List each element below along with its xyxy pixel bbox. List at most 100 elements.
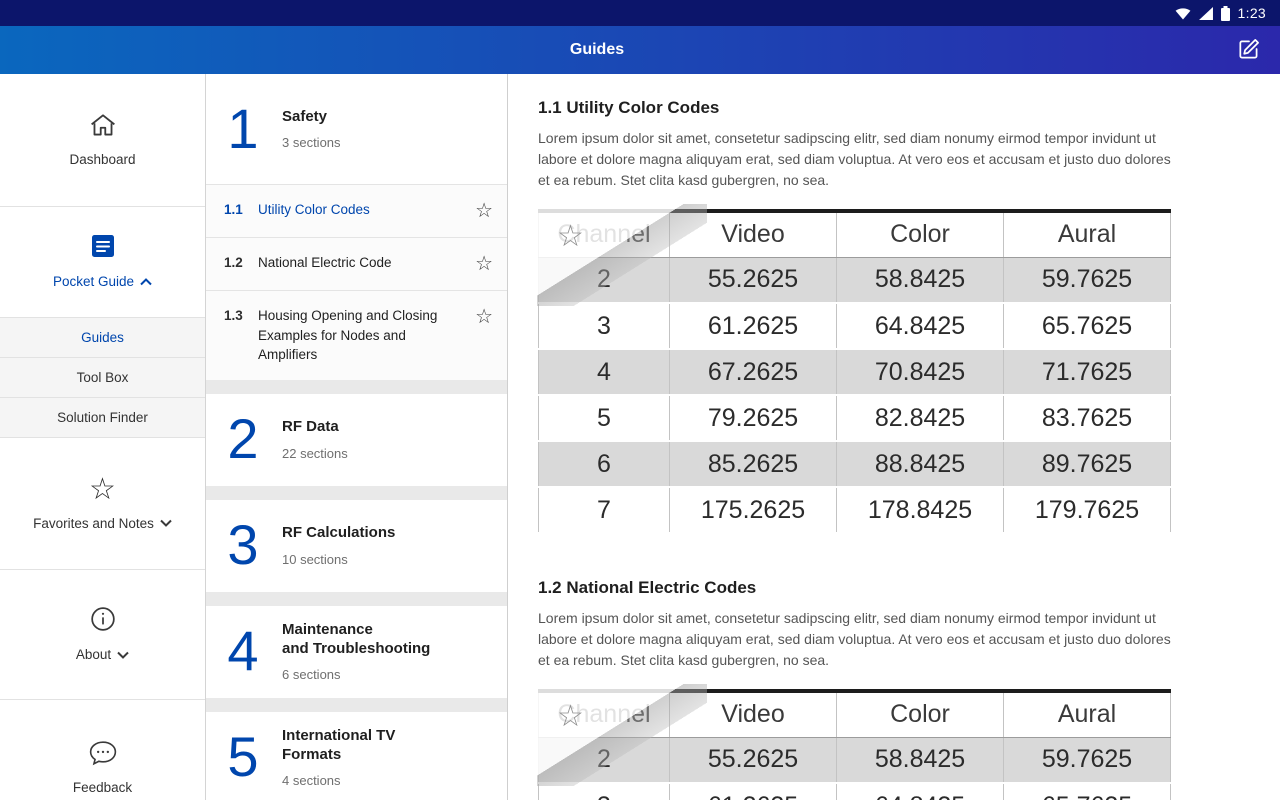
- column-header: Aural: [1004, 691, 1171, 737]
- app-bar: Guides: [0, 26, 1280, 74]
- cell-aural: 71.7625: [1004, 349, 1171, 395]
- section-item-1-1[interactable]: 1.1 Utility Color Codes ☆: [206, 184, 507, 237]
- cell-aural: 65.7625: [1004, 303, 1171, 349]
- column-header: Channel: [539, 691, 670, 737]
- star-icon: ☆: [89, 475, 116, 505]
- sidebar-item-solution-finder[interactable]: Solution Finder: [0, 397, 205, 437]
- chapter-title: Safety: [282, 108, 341, 127]
- cell-video: 67.2625: [670, 349, 837, 395]
- section-item-1-3[interactable]: 1.3 Housing Opening and Closing Examples…: [206, 290, 507, 380]
- home-icon: [89, 113, 117, 143]
- section-heading-1-1: 1.1 Utility Color Codes: [538, 98, 1250, 118]
- cell-channel: 2: [539, 737, 670, 783]
- sidebar: Dashboard Pocket Guide: [0, 74, 206, 800]
- cell-channel: 4: [539, 349, 670, 395]
- status-time: 1:23: [1238, 5, 1266, 21]
- cellular-signal-icon: [1199, 7, 1213, 20]
- section-number: 1.2: [224, 253, 258, 273]
- cell-channel: 6: [539, 441, 670, 487]
- frequency-table-1: Channel Video Color Aural 2 55.2625 58.8…: [538, 209, 1170, 534]
- chapter-title: RF Data: [282, 418, 348, 437]
- table-row: 2 55.2625 58.8425 59.7625: [539, 257, 1171, 303]
- cell-color: 82.8425: [837, 395, 1004, 441]
- chapter-section-count: 3 sections: [282, 135, 341, 150]
- column-header: Channel: [539, 211, 670, 257]
- table-row: 7 175.2625 178.8425 179.7625: [539, 487, 1171, 533]
- chapter-title: RF Calculations: [282, 524, 395, 543]
- sidebar-item-tool-box[interactable]: Tool Box: [0, 357, 205, 397]
- cell-aural: 89.7625: [1004, 441, 1171, 487]
- edit-note-button[interactable]: [1235, 36, 1263, 64]
- table-row: 3 61.2625 64.8425 65.7625: [539, 303, 1171, 349]
- chapter-card-3: 3 RF Calculations 10 sections: [206, 500, 507, 592]
- cell-channel: 3: [539, 783, 670, 800]
- status-bar: 1:23: [0, 0, 1280, 26]
- cell-video: 85.2625: [670, 441, 837, 487]
- info-icon: [90, 606, 116, 637]
- cell-video: 55.2625: [670, 737, 837, 783]
- cell-video: 61.2625: [670, 783, 837, 800]
- cell-aural: 83.7625: [1004, 395, 1171, 441]
- chapter-section-count: 10 sections: [282, 552, 395, 567]
- chapter-card-2: 2 RF Data 22 sections: [206, 394, 507, 486]
- favorite-star-icon[interactable]: ☆: [475, 306, 493, 328]
- sidebar-item-about[interactable]: About: [0, 570, 205, 700]
- chapter-title: Maintenance and Troubleshooting: [282, 621, 430, 659]
- cell-color: 70.8425: [837, 349, 1004, 395]
- section-heading-1-2: 1.2 National Electric Codes: [538, 578, 1250, 598]
- sidebar-item-guides[interactable]: Guides: [0, 317, 205, 357]
- cell-color: 58.8425: [837, 737, 1004, 783]
- chapter-number: 4: [222, 626, 264, 676]
- cell-channel: 3: [539, 303, 670, 349]
- table-row: 2 55.2625 58.8425 59.7625: [539, 737, 1171, 783]
- pocket-guide-icon: [91, 234, 115, 263]
- about-label: About: [76, 647, 111, 662]
- pocket-guide-label: Pocket Guide: [53, 274, 134, 289]
- favorites-label: Favorites and Notes: [33, 516, 154, 531]
- favorite-star-icon[interactable]: ☆: [475, 253, 493, 275]
- wifi-icon: [1175, 7, 1191, 20]
- table-row: 6 85.2625 88.8425 89.7625: [539, 441, 1171, 487]
- chevron-up-icon: [140, 273, 152, 291]
- cell-video: 79.2625: [670, 395, 837, 441]
- cell-aural: 59.7625: [1004, 257, 1171, 303]
- chapter-list: 1 Safety 3 sections 1.1 Utility Color Co…: [206, 74, 508, 800]
- chapter-section-count: 6 sections: [282, 667, 430, 682]
- cell-video: 61.2625: [670, 303, 837, 349]
- cell-color: 178.8425: [837, 487, 1004, 533]
- chapter-2[interactable]: 2 RF Data 22 sections: [206, 394, 507, 486]
- chapter-card-1: 1 Safety 3 sections 1.1 Utility Color Co…: [206, 74, 507, 380]
- table-header-row: Channel Video Color Aural: [539, 211, 1171, 257]
- table-header-row: Channel Video Color Aural: [539, 691, 1171, 737]
- pocket-guide-subnav: Guides Tool Box Solution Finder: [0, 317, 205, 438]
- cell-aural: 59.7625: [1004, 737, 1171, 783]
- chapter-number: 3: [222, 520, 264, 570]
- chapter-card-4: 4 Maintenance and Troubleshooting 6 sect…: [206, 606, 507, 698]
- table-row: 4 67.2625 70.8425 71.7625: [539, 349, 1171, 395]
- cell-channel: 2: [539, 257, 670, 303]
- table-row: 3 61.2625 64.8425 65.7625: [539, 783, 1171, 800]
- section-title: Housing Opening and Closing Examples for…: [258, 306, 475, 365]
- chapter-5[interactable]: 5 International TV Formats 4 sections: [206, 712, 507, 800]
- cell-video: 55.2625: [670, 257, 837, 303]
- favorite-star-icon[interactable]: ☆: [475, 200, 493, 222]
- section-item-1-2[interactable]: 1.2 National Electric Code ☆: [206, 237, 507, 290]
- chapter-1[interactable]: 1 Safety 3 sections: [206, 74, 507, 184]
- cell-color: 64.8425: [837, 303, 1004, 349]
- sidebar-item-pocket-guide[interactable]: Pocket Guide: [0, 207, 205, 317]
- chapter-4[interactable]: 4 Maintenance and Troubleshooting 6 sect…: [206, 606, 507, 698]
- cell-color: 64.8425: [837, 783, 1004, 800]
- cell-color: 88.8425: [837, 441, 1004, 487]
- cell-aural: 65.7625: [1004, 783, 1171, 800]
- sidebar-item-feedback[interactable]: Feedback: [0, 700, 205, 800]
- chapter-3[interactable]: 3 RF Calculations 10 sections: [206, 500, 507, 592]
- sidebar-item-favorites[interactable]: ☆ Favorites and Notes: [0, 438, 205, 570]
- compose-icon: [1236, 36, 1262, 65]
- chapter-section-count: 4 sections: [282, 773, 395, 788]
- chapter-number: 1: [222, 104, 264, 154]
- sidebar-item-dashboard[interactable]: Dashboard: [0, 74, 205, 207]
- chevron-down-icon: [117, 646, 129, 664]
- feedback-bubble-icon: [89, 740, 117, 771]
- chapter-card-5: 5 International TV Formats 4 sections: [206, 712, 507, 800]
- column-header: Color: [837, 211, 1004, 257]
